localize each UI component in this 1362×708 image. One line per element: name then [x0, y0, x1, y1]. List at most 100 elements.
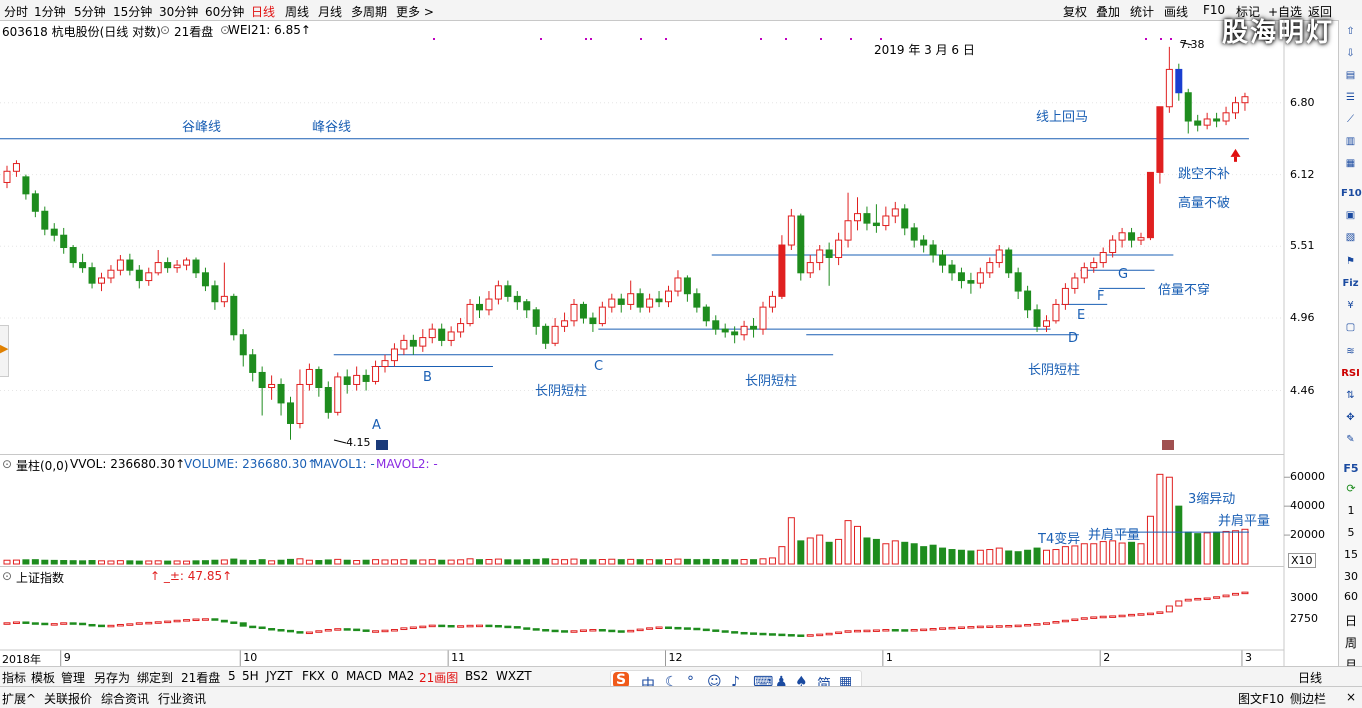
flag-icon[interactable]: ⚑: [1341, 252, 1360, 271]
candle-body: [910, 227, 918, 241]
quote-icon[interactable]: ▤: [1341, 66, 1360, 85]
arrow-down-icon[interactable]: ⇩: [1341, 44, 1360, 63]
window-icon[interactable]: ▢: [1341, 318, 1360, 337]
arrow-up-icon[interactable]: ⇧: [1341, 22, 1360, 41]
industry-news-button[interactable]: 行业资讯: [158, 690, 206, 707]
trend-icon[interactable]: ⟋: [1341, 110, 1360, 129]
wave-icon[interactable]: ≋: [1341, 342, 1360, 361]
tab-indicator[interactable]: 指标: [2, 669, 26, 686]
index-candle: [636, 628, 644, 632]
period-indicator[interactable]: 日线: [1298, 669, 1322, 686]
chart-icon[interactable]: ▧: [1341, 228, 1360, 247]
tab-fkx[interactable]: FKX: [302, 669, 325, 683]
rsi-tool[interactable]: RSI: [1341, 364, 1360, 383]
f10-text-button[interactable]: 图文F10: [1238, 690, 1284, 707]
tab-5h[interactable]: 5H: [242, 669, 259, 683]
expand-button[interactable]: 扩展^: [2, 690, 36, 707]
candle: [655, 291, 663, 308]
index-candle: [882, 629, 890, 632]
candle: [3, 165, 11, 189]
tab-ma2[interactable]: MA2: [388, 669, 414, 683]
tab-manage[interactable]: 管理: [61, 669, 85, 686]
index-candle: [542, 629, 550, 632]
tab-template[interactable]: 模板: [31, 669, 55, 686]
volume-bar: [211, 559, 219, 565]
volume-bar: [636, 559, 644, 565]
index-candle: [287, 629, 294, 633]
volume-settings-icon[interactable]: ⊙: [2, 457, 12, 471]
pen-icon[interactable]: ✎: [1341, 430, 1360, 449]
bars-icon[interactable]: ▦: [1341, 154, 1360, 173]
kline-icon[interactable]: ▥: [1341, 132, 1360, 151]
week-button[interactable]: 周: [1339, 634, 1362, 651]
index-candle: [12, 621, 20, 624]
related-quotes-button[interactable]: 关联报价: [44, 690, 92, 707]
candle: [249, 349, 257, 382]
day-button[interactable]: 日: [1339, 612, 1362, 629]
candle-body: [1043, 320, 1050, 327]
money-icon[interactable]: ¥: [1341, 296, 1360, 315]
candle: [1014, 267, 1022, 300]
tab-bs2[interactable]: BS2: [465, 669, 488, 683]
index-tick-label: 2750: [1290, 611, 1318, 625]
candle-body: [768, 295, 776, 308]
candle-body: [1232, 102, 1239, 114]
candle-body: [50, 228, 58, 236]
f5-tool[interactable]: F5: [1339, 462, 1362, 475]
fiz-tool[interactable]: Fiz: [1341, 274, 1360, 293]
tab-21kanpan[interactable]: 21看盘: [181, 669, 220, 686]
volume-bar: [400, 559, 408, 565]
candle-body: [1118, 232, 1126, 241]
candle-body: [636, 293, 644, 308]
candle: [22, 174, 30, 200]
tab-macd[interactable]: MACD: [346, 669, 382, 683]
move-icon[interactable]: ✥: [1341, 408, 1360, 427]
refresh-icon[interactable]: ⟳: [1339, 482, 1362, 495]
index-candle: [835, 631, 843, 635]
index-candle: [476, 624, 483, 628]
candle: [164, 257, 172, 273]
candle-body: [1109, 239, 1117, 253]
tab-save-as[interactable]: 另存为: [94, 669, 130, 686]
candle-body: [324, 387, 332, 413]
index-candle: [854, 629, 861, 633]
tab-bind[interactable]: 绑定到: [137, 669, 173, 686]
index-candle: [41, 622, 49, 626]
candle-body: [1090, 262, 1098, 269]
volume-tick-label: 60000: [1290, 470, 1325, 484]
annotation-xianshang: 线上回马: [1036, 110, 1089, 125]
volume-bar: [22, 559, 30, 565]
tab-jyzt[interactable]: JYZT: [266, 669, 292, 683]
candle-body: [372, 366, 380, 382]
grid-icon[interactable]: ▣: [1341, 206, 1360, 225]
volume-bar: [60, 560, 68, 565]
tab-5[interactable]: 5: [228, 669, 236, 683]
list-icon[interactable]: ☰: [1341, 88, 1360, 107]
sidebar-button[interactable]: 侧边栏: [1290, 690, 1326, 707]
candle: [561, 312, 569, 332]
index-candle: [1175, 600, 1183, 607]
news-button[interactable]: 综合资讯: [101, 690, 149, 707]
scale-60: 60: [1344, 590, 1358, 603]
index-candle: [79, 622, 87, 626]
f10-tool[interactable]: F10: [1341, 184, 1362, 203]
close-sidebar-icon[interactable]: ×: [1346, 690, 1356, 704]
tab-0[interactable]: 0: [331, 669, 339, 683]
index-candle: [447, 624, 455, 628]
candle-body: [759, 306, 767, 330]
volume-bar: [891, 540, 899, 565]
candle: [910, 223, 918, 248]
sort-icon[interactable]: ⇅: [1341, 386, 1360, 405]
index-candle: [107, 624, 115, 628]
index-candle: [1090, 616, 1098, 619]
candle-body: [343, 376, 351, 385]
tab-wxzt[interactable]: WXZT: [496, 669, 532, 683]
label-c: C: [594, 359, 604, 374]
price-tick-label: 5.51: [1290, 239, 1315, 253]
candle-body: [334, 376, 342, 413]
candle: [211, 280, 219, 310]
signal-dot: [590, 38, 592, 40]
volume-bar: [816, 534, 824, 565]
index-settings-icon[interactable]: ⊙: [2, 569, 12, 583]
tab-21huatu[interactable]: 21画图: [419, 669, 458, 686]
